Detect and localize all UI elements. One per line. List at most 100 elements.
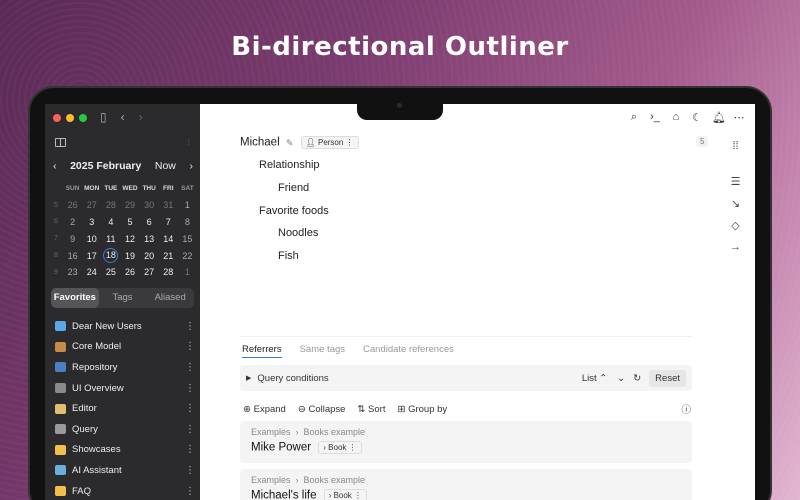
sidebar-drag-handle-icon[interactable]: ⁞ bbox=[188, 138, 190, 147]
chevron-down-icon[interactable]: ⌄ bbox=[617, 373, 625, 384]
calendar-day[interactable]: 8 bbox=[178, 217, 197, 227]
home-icon[interactable]: ⌂ bbox=[670, 111, 682, 124]
forward-icon[interactable]: › bbox=[139, 110, 143, 124]
calendar-day[interactable]: 19 bbox=[120, 251, 139, 261]
calendar-day[interactable]: 17 bbox=[82, 251, 101, 261]
calendar-day[interactable]: 27 bbox=[82, 200, 101, 210]
dark-mode-icon[interactable]: ☾ bbox=[691, 111, 703, 124]
more-menu-icon[interactable]: ⋯ bbox=[733, 111, 745, 124]
calendar-day[interactable]: 14 bbox=[159, 234, 178, 244]
book-tag[interactable]: › Book ⋮ bbox=[323, 489, 368, 500]
more-options-icon[interactable]: ⋮ bbox=[185, 486, 195, 497]
more-options-icon[interactable]: ⋮ bbox=[185, 424, 195, 435]
tab-same-tags[interactable]: Same tags bbox=[300, 344, 345, 358]
breadcrumb-parent[interactable]: Examples bbox=[251, 427, 291, 437]
sidebar-toggle-icon[interactable]: ▯ bbox=[100, 110, 107, 124]
calendar-day-today[interactable]: 18 bbox=[103, 248, 119, 264]
outline-view-icon[interactable]: ☰ bbox=[731, 175, 741, 188]
calendar-day[interactable]: 13 bbox=[140, 234, 159, 244]
group-by-button[interactable]: ⊞ Group by bbox=[397, 404, 447, 415]
close-window-button[interactable] bbox=[53, 114, 61, 122]
breadcrumb-child[interactable]: Books example bbox=[304, 427, 366, 437]
calendar-day[interactable]: 28 bbox=[159, 267, 178, 277]
calendar-day[interactable]: 5 bbox=[120, 217, 139, 227]
calendar-day[interactable]: 30 bbox=[140, 200, 159, 210]
calendar-day[interactable]: 12 bbox=[120, 234, 139, 244]
tab-tags[interactable]: Tags bbox=[99, 288, 147, 308]
reference-card[interactable]: Examples › Books example Mike Power › Bo… bbox=[240, 421, 692, 463]
journal-icon[interactable] bbox=[55, 138, 66, 147]
more-options-icon[interactable]: ⋮ bbox=[185, 341, 195, 352]
calendar-day[interactable]: 15 bbox=[178, 234, 197, 244]
back-icon[interactable]: ‹ bbox=[121, 110, 125, 124]
calendar-day[interactable]: 4 bbox=[101, 217, 120, 227]
favorite-item[interactable]: Showcases ⋮ bbox=[55, 440, 195, 461]
calendar-day[interactable]: 22 bbox=[178, 251, 197, 261]
more-options-icon[interactable]: ⋮ bbox=[185, 465, 195, 476]
favorite-item[interactable]: FAQ ⋮ bbox=[55, 481, 195, 500]
outline-node[interactable]: Favorite foods bbox=[259, 205, 329, 217]
calendar-day[interactable]: 10 bbox=[82, 234, 101, 244]
sort-button[interactable]: ⇅ Sort bbox=[357, 404, 385, 415]
favorite-item[interactable]: AI Assistant ⋮ bbox=[55, 460, 195, 481]
tab-candidate-references[interactable]: Candidate references bbox=[363, 344, 454, 358]
book-tag[interactable]: › Book ⋮ bbox=[318, 441, 362, 454]
calendar-day[interactable]: 21 bbox=[159, 251, 178, 261]
edit-icon[interactable]: ✎ bbox=[286, 138, 294, 148]
expand-caret-icon[interactable]: ▶ bbox=[246, 374, 251, 382]
forward-arrow-icon[interactable]: → bbox=[730, 241, 741, 253]
calendar-next-icon[interactable]: › bbox=[189, 160, 193, 172]
favorite-item[interactable]: UI Overview ⋮ bbox=[55, 378, 195, 399]
calendar-day[interactable]: 11 bbox=[101, 234, 120, 244]
calendar-day[interactable]: 16 bbox=[63, 251, 82, 261]
favorite-item[interactable]: Query ⋮ bbox=[55, 419, 195, 440]
calendar-day[interactable]: 28 bbox=[101, 200, 120, 210]
tag-icon[interactable]: ◇ bbox=[731, 219, 739, 232]
reset-button[interactable]: Reset bbox=[649, 369, 686, 387]
reference-card[interactable]: Examples › Books example Michael's life … bbox=[240, 469, 692, 500]
calendar-day[interactable]: 6 bbox=[140, 217, 159, 227]
calendar-day[interactable]: 24 bbox=[82, 267, 101, 277]
calendar-day[interactable]: 23 bbox=[63, 267, 82, 277]
calendar-day[interactable]: 26 bbox=[120, 267, 139, 277]
view-mode-select[interactable]: List ⌃ bbox=[582, 373, 607, 384]
favorite-item[interactable]: Repository ⋮ bbox=[55, 357, 195, 378]
calendar-day[interactable]: 31 bbox=[159, 200, 178, 210]
more-options-icon[interactable]: ⋮ bbox=[185, 362, 195, 373]
reference-title[interactable]: Mike Power › Book ⋮ bbox=[251, 441, 681, 454]
outline-node[interactable]: Fish bbox=[278, 250, 299, 262]
outline-node[interactable]: Noodles bbox=[278, 227, 318, 239]
calendar-day[interactable]: 26 bbox=[63, 200, 82, 210]
calendar-day[interactable]: 7 bbox=[159, 217, 178, 227]
calendar-day[interactable]: 9 bbox=[63, 234, 82, 244]
query-conditions-label[interactable]: Query conditions bbox=[257, 373, 581, 384]
tab-referrers[interactable]: Referrers bbox=[242, 344, 282, 358]
tab-favorites[interactable]: Favorites bbox=[51, 288, 99, 308]
favorite-item[interactable]: Core Model ⋮ bbox=[55, 337, 195, 358]
maximize-window-button[interactable] bbox=[79, 114, 87, 122]
minimize-window-button[interactable] bbox=[66, 114, 74, 122]
favorite-item[interactable]: Dear New Users ⋮ bbox=[55, 316, 195, 337]
calendar-day[interactable]: 27 bbox=[140, 267, 159, 277]
more-options-icon[interactable]: ⋮ bbox=[185, 403, 195, 414]
favorite-item[interactable]: Editor ⋮ bbox=[55, 398, 195, 419]
calendar-day[interactable]: 2 bbox=[63, 217, 82, 227]
command-palette-icon[interactable]: ›_ bbox=[649, 111, 661, 124]
calendar-day[interactable]: 1 bbox=[178, 267, 197, 277]
expand-button[interactable]: ⊕ Expand bbox=[243, 404, 286, 415]
reference-count-badge[interactable]: 5 bbox=[696, 136, 709, 147]
calendar-day[interactable]: 29 bbox=[120, 200, 139, 210]
refresh-icon[interactable]: ↻ bbox=[633, 373, 641, 384]
outline-node[interactable]: Relationship bbox=[259, 159, 320, 171]
calendar-day[interactable]: 20 bbox=[140, 251, 159, 261]
breadcrumb-parent[interactable]: Examples bbox=[251, 475, 291, 485]
search-icon[interactable]: ⌕ bbox=[628, 111, 640, 124]
tab-aliased[interactable]: Aliased bbox=[146, 288, 194, 308]
more-options-icon[interactable]: ⋮ bbox=[185, 383, 195, 394]
person-tag[interactable]: 👤︎ Person ⋮ bbox=[300, 136, 359, 149]
calendar-prev-icon[interactable]: ‹ bbox=[53, 160, 57, 172]
collapse-arrow-icon[interactable]: ↘ bbox=[731, 197, 740, 210]
collapse-button[interactable]: ⊖ Collapse bbox=[298, 404, 346, 415]
breadcrumb-child[interactable]: Books example bbox=[304, 475, 366, 485]
reference-title[interactable]: Michael's life › Book ⋮ bbox=[251, 489, 681, 500]
